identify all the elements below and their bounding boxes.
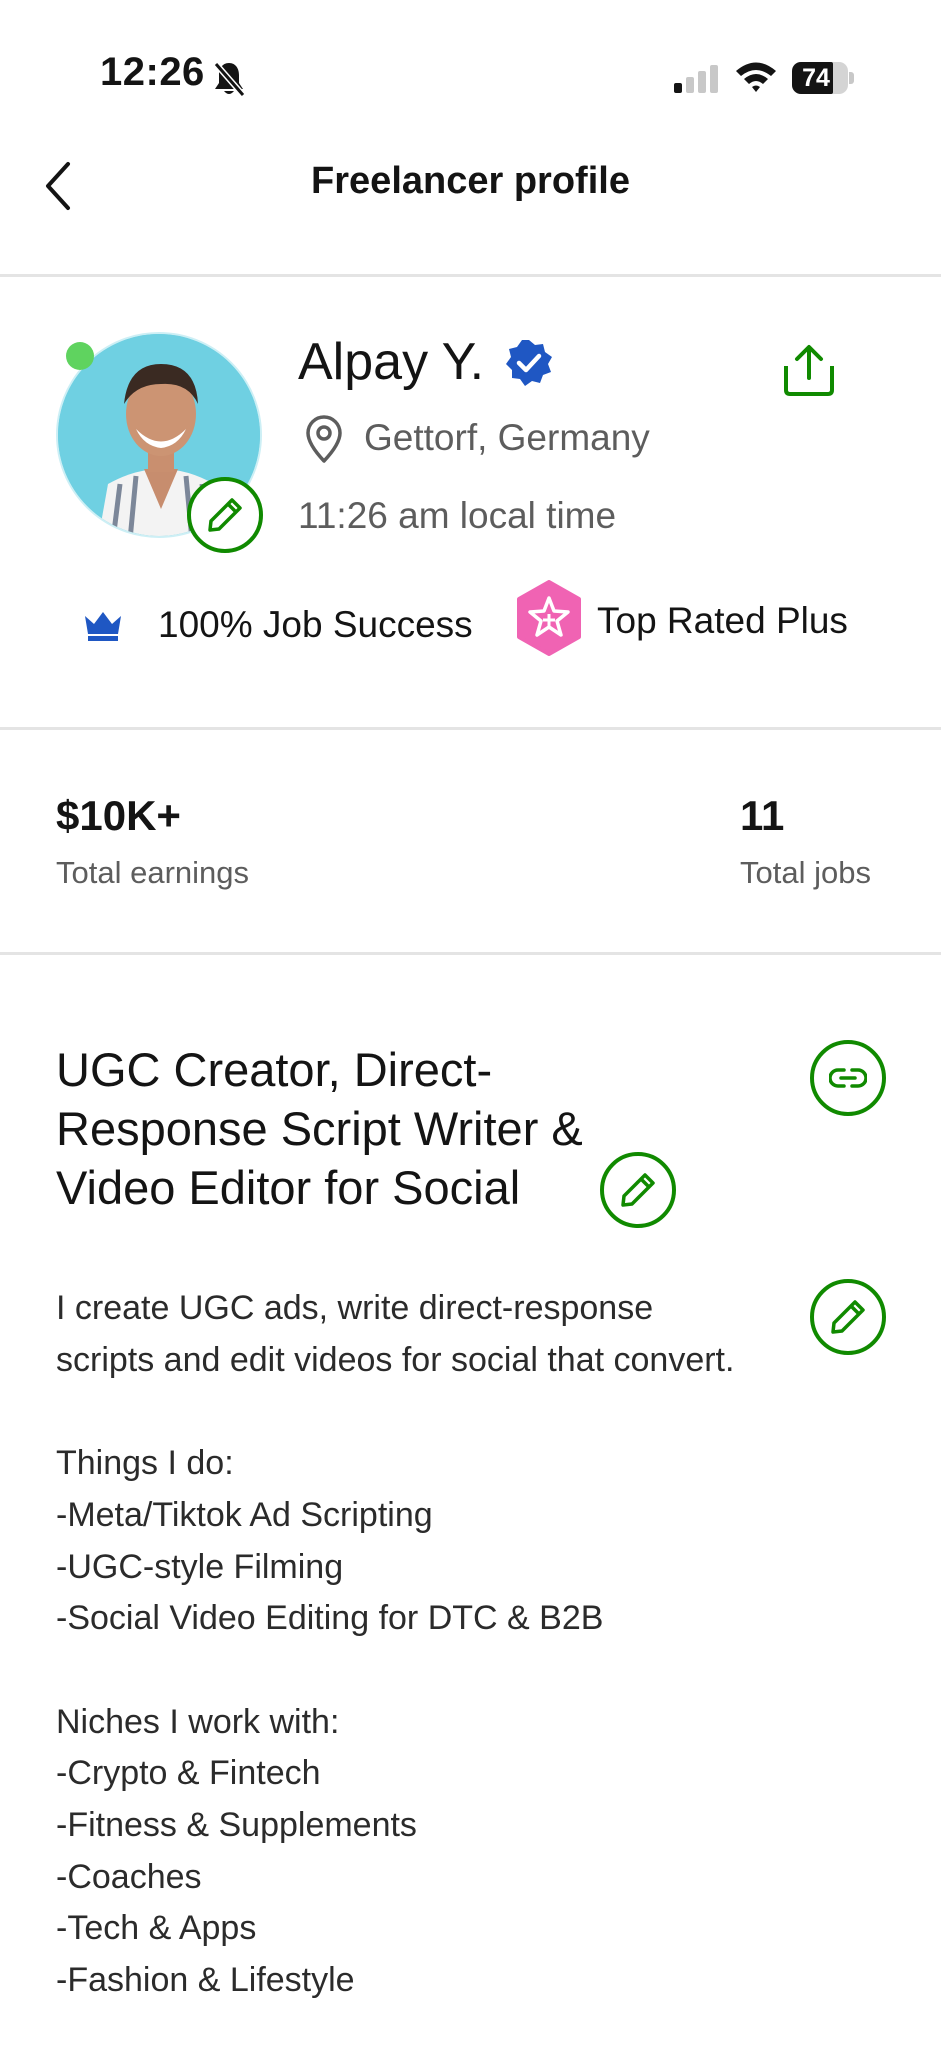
copy-link-button[interactable] — [810, 1040, 886, 1116]
crown-icon — [85, 612, 121, 641]
online-status-dot — [66, 342, 94, 370]
battery-icon: 74 — [792, 62, 854, 94]
top-rated-label: Top Rated Plus — [597, 600, 848, 641]
verified-badge-icon — [506, 340, 552, 386]
signal-icon — [674, 65, 718, 93]
local-time-text: 11:26 am local time — [298, 495, 617, 536]
profile-divider — [0, 727, 941, 730]
edit-headline-button[interactable] — [600, 1152, 676, 1228]
location-pin-icon — [306, 415, 342, 463]
stats-divider — [0, 952, 941, 955]
header-divider — [0, 274, 941, 277]
total-jobs-value: 11 — [740, 792, 785, 839]
edit-pencil-icon — [621, 1173, 655, 1207]
link-icon — [829, 1068, 867, 1088]
top-rated-plus-icon — [517, 580, 581, 656]
job-success-label: 100% Job Success — [158, 604, 473, 645]
edit-photo-button[interactable] — [187, 477, 263, 553]
total-earnings-label: Total earnings — [56, 855, 250, 890]
edit-pencil-icon — [831, 1300, 865, 1334]
freelancer-name: Alpay Y. — [298, 333, 485, 391]
profile-overview: I create UGC ads, write direct-response … — [56, 1289, 735, 2000]
status-time: 12:26 — [100, 50, 205, 94]
battery-level: 74 — [802, 64, 830, 92]
location-text: Gettorf, Germany — [364, 417, 650, 458]
edit-pencil-icon — [208, 498, 242, 532]
total-earnings-value: $10K+ — [56, 792, 181, 839]
edit-overview-button[interactable] — [810, 1279, 886, 1355]
page-title: Freelancer profile — [311, 160, 630, 202]
wifi-icon — [736, 62, 776, 92]
share-icon[interactable] — [780, 344, 838, 396]
muted-bell-icon — [213, 62, 246, 97]
total-jobs-label: Total jobs — [740, 855, 871, 890]
